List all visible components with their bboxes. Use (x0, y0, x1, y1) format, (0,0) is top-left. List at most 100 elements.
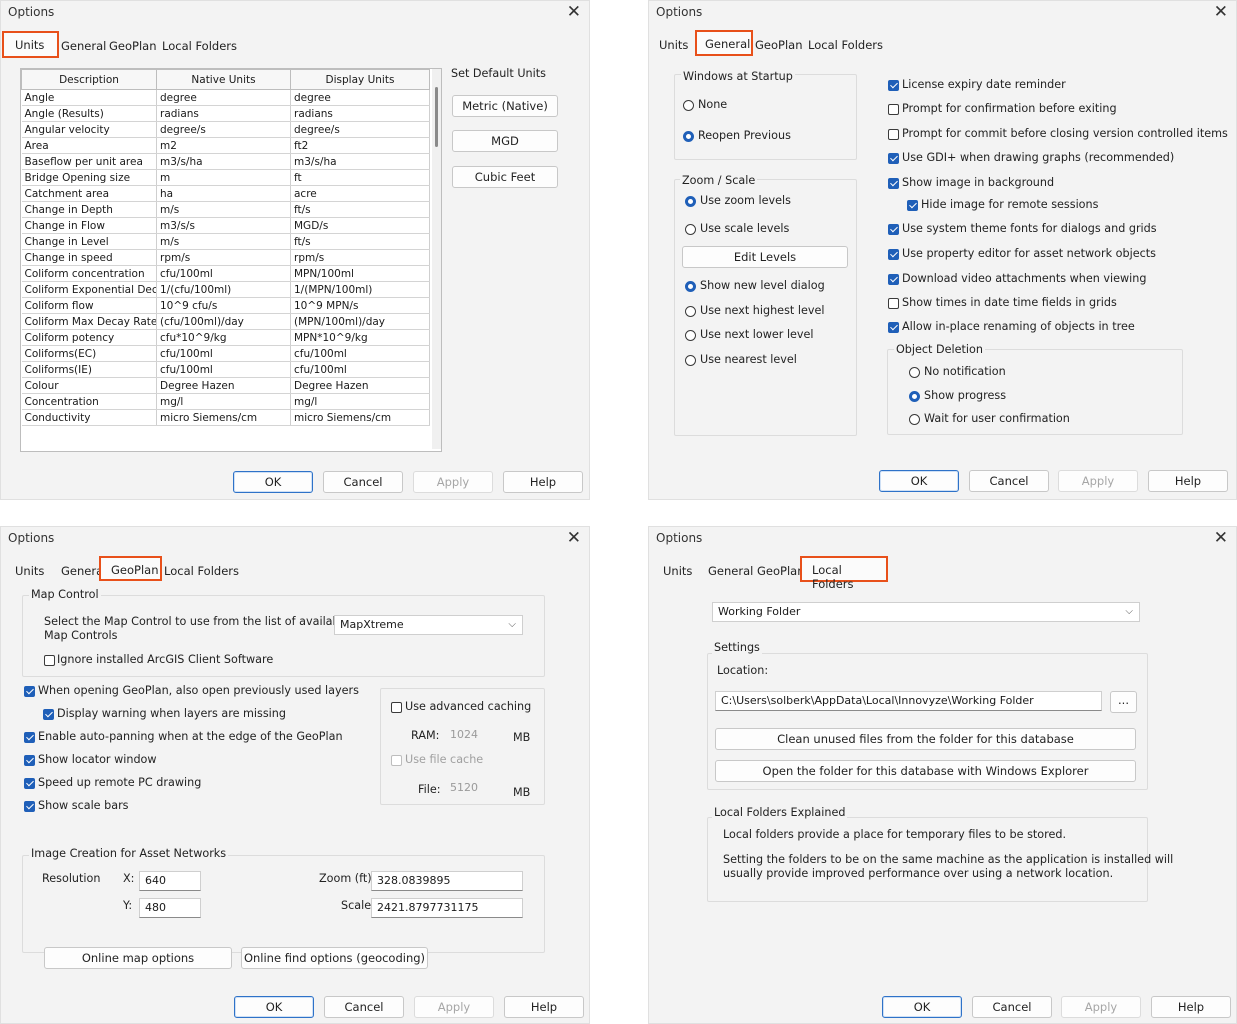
table-row[interactable]: Coliform flow 10^9 cfu/s 10^9 MPN/s (21, 297, 430, 314)
resolution-x-input[interactable]: 640 (139, 871, 201, 891)
cell-native-units[interactable]: m/s (156, 201, 291, 218)
cell-native-units[interactable]: m (156, 169, 291, 186)
cell-native-units[interactable]: degree/s (156, 121, 291, 138)
checkbox-system-theme-fonts[interactable] (888, 224, 899, 235)
checkbox-hide-image-remote[interactable] (907, 200, 918, 211)
table-row[interactable]: Coliform Max Decay Rate (cfu/100ml)/day (M… (21, 313, 430, 330)
file-cache-input[interactable]: 5120 (445, 779, 503, 799)
table-row[interactable]: Change in Depth m/s ft/s (21, 201, 430, 218)
cell-description[interactable]: Bridge Opening size (21, 169, 157, 186)
table-row[interactable]: Bridge Opening size m ft (21, 169, 430, 186)
checkbox-advanced-caching[interactable] (391, 702, 402, 713)
radio-wait-for-user[interactable] (909, 414, 920, 425)
cancel-button[interactable]: Cancel (323, 471, 403, 493)
cell-description[interactable]: Concentration (21, 393, 157, 410)
cancel-button[interactable]: Cancel (972, 996, 1052, 1018)
table-row[interactable]: Catchment area ha acre (21, 185, 430, 202)
cell-native-units[interactable]: m3/s/ha (156, 153, 291, 170)
cell-display-units[interactable]: (MPN/100ml)/day (290, 313, 430, 330)
checkbox-property-editor[interactable] (888, 249, 899, 260)
checkbox-display-warning[interactable] (43, 709, 54, 720)
scrollbar-thumb[interactable] (435, 87, 438, 147)
cell-description[interactable]: Coliform Exponential Deca (21, 281, 157, 298)
checkbox-open-previous-layers[interactable] (24, 686, 35, 697)
cell-display-units[interactable]: degree (290, 89, 430, 106)
table-row[interactable]: Area m2 ft2 (21, 137, 430, 154)
column-header-description[interactable]: Description (21, 69, 157, 90)
apply-button[interactable]: Apply (414, 996, 494, 1018)
cell-native-units[interactable]: rpm/s (156, 249, 291, 266)
cell-native-units[interactable]: 1/(cfu/100ml) (156, 281, 291, 298)
apply-button[interactable]: Apply (1061, 996, 1141, 1018)
apply-button[interactable]: Apply (413, 471, 493, 493)
cell-description[interactable]: Area (21, 137, 157, 154)
metric-native-button[interactable]: Metric (Native) (452, 95, 558, 117)
help-button[interactable]: Help (1148, 470, 1228, 492)
units-grid[interactable]: Description Native Units Display Units A… (20, 68, 442, 452)
cell-description[interactable]: Coliform flow (21, 297, 157, 314)
cell-description[interactable]: Angle (Results) (21, 105, 157, 122)
cell-native-units[interactable]: 10^9 cfu/s (156, 297, 291, 314)
cell-native-units[interactable]: cfu/100ml (156, 345, 291, 362)
table-row[interactable]: Coliforms(IE) cfu/100ml cfu/100ml (21, 361, 430, 378)
table-row[interactable]: Coliform Exponential Deca 1/(cfu/100ml) 1/… (21, 281, 430, 298)
checkbox-in-place-renaming[interactable] (888, 322, 899, 333)
cell-native-units[interactable]: mg/l (156, 393, 291, 410)
cell-native-units[interactable]: degree (156, 89, 291, 106)
cell-description[interactable]: Colour (21, 377, 157, 394)
ok-button[interactable]: OK (879, 470, 959, 492)
tab-local-folders[interactable]: Local Folders (808, 38, 883, 52)
checkbox-show-times[interactable] (888, 298, 899, 309)
tab-units[interactable]: Units (2, 31, 59, 58)
cell-native-units[interactable]: m2 (156, 137, 291, 154)
radio-use-next-lower[interactable] (685, 330, 696, 341)
radio-show-progress[interactable] (909, 391, 920, 402)
checkbox-prompt-commit[interactable] (888, 129, 899, 140)
map-control-select[interactable]: MapXtreme ⌵ (334, 615, 523, 635)
location-input[interactable]: C:\Users\solberk\AppData\Local\Innovyze\… (715, 691, 1102, 711)
cell-display-units[interactable]: rpm/s (290, 249, 430, 266)
folder-type-select[interactable]: Working Folder ⌵ (712, 602, 1140, 622)
cell-native-units[interactable]: (cfu/100ml)/day (156, 313, 291, 330)
checkbox-show-locator[interactable] (24, 755, 35, 766)
checkbox-ignore-arcgis[interactable] (44, 655, 55, 666)
open-folder-explorer-button[interactable]: Open the folder for this database with W… (715, 760, 1136, 782)
tab-local-folders[interactable]: Local Folders (164, 564, 239, 578)
close-icon[interactable]: ✕ (1214, 1, 1228, 23)
cell-native-units[interactable]: m/s (156, 233, 291, 250)
radio-use-next-highest[interactable] (685, 306, 696, 317)
help-button[interactable]: Help (503, 471, 583, 493)
tab-general[interactable]: General (695, 30, 753, 56)
cell-display-units[interactable]: Degree Hazen (290, 377, 430, 394)
cell-description[interactable]: Coliforms(IE) (21, 361, 157, 378)
cell-display-units[interactable]: mg/l (290, 393, 430, 410)
checkbox-download-video[interactable] (888, 274, 899, 285)
cell-display-units[interactable]: cfu/100ml (290, 345, 430, 362)
radio-none[interactable] (683, 100, 694, 111)
checkbox-show-scale-bars[interactable] (24, 801, 35, 812)
mgd-button[interactable]: MGD (452, 130, 558, 152)
cell-description[interactable]: Change in Level (21, 233, 157, 250)
cell-display-units[interactable]: MPN/100ml (290, 265, 430, 282)
cell-description[interactable]: Change in Depth (21, 201, 157, 218)
tab-units[interactable]: Units (659, 38, 688, 52)
radio-use-scale-levels[interactable] (685, 224, 696, 235)
cell-native-units[interactable]: cfu/100ml (156, 361, 291, 378)
table-row[interactable]: Change in Flow m3/s/s MGD/s (21, 217, 430, 234)
cell-display-units[interactable]: acre (290, 185, 430, 202)
cell-description[interactable]: Coliform potency (21, 329, 157, 346)
help-button[interactable]: Help (504, 996, 584, 1018)
ram-input[interactable]: 1024 (445, 726, 503, 746)
table-row[interactable]: Angle degree degree (21, 89, 430, 106)
tab-geoplan[interactable]: GeoPlan (109, 39, 157, 53)
cell-description[interactable]: Change in Flow (21, 217, 157, 234)
radio-use-nearest[interactable] (685, 355, 696, 366)
edit-levels-button[interactable]: Edit Levels (682, 246, 848, 268)
checkbox-use-gdi[interactable] (888, 153, 899, 164)
cell-display-units[interactable]: ft/s (290, 201, 430, 218)
tab-geoplan[interactable]: GeoPlan (99, 556, 162, 581)
tab-geoplan[interactable]: GeoPlan (757, 564, 805, 578)
resolution-y-input[interactable]: 480 (139, 898, 201, 918)
vertical-scrollbar[interactable] (432, 69, 441, 449)
cancel-button[interactable]: Cancel (969, 470, 1049, 492)
